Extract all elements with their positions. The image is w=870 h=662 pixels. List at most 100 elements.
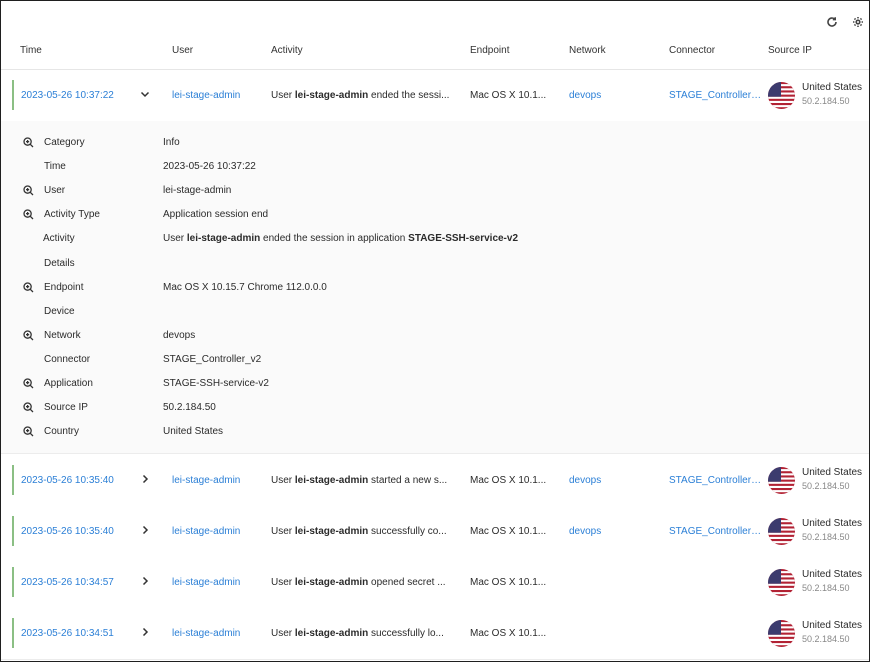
row-time-link[interactable]: 2023-05-26 10:35:40 bbox=[21, 475, 136, 486]
row-network-link[interactable]: devops bbox=[569, 90, 659, 101]
detail-label: User bbox=[44, 185, 66, 196]
detail-value: STAGE_Controller_v2 bbox=[163, 354, 262, 365]
expand-row-button[interactable] bbox=[139, 473, 151, 485]
detail-label: Source IP bbox=[44, 402, 88, 413]
detail-row-activity-type: Activity Type Application session end bbox=[1, 208, 869, 232]
chevron-down-icon bbox=[140, 91, 150, 98]
column-header-source-ip[interactable]: Source IP bbox=[768, 45, 812, 56]
row-ip: 50.2.184.50 bbox=[802, 583, 850, 593]
row-time-link[interactable]: 2023-05-26 10:34:51 bbox=[21, 628, 136, 639]
table-row[interactable]: 2023-05-26 10:35:40 lei-stage-admin User… bbox=[1, 455, 869, 507]
row-country: United States bbox=[802, 569, 863, 580]
expand-row-button[interactable] bbox=[139, 524, 151, 536]
row-connector-link[interactable]: STAGE_Controller_v2 bbox=[669, 475, 763, 486]
row-user-link[interactable]: lei-stage-admin bbox=[172, 526, 262, 537]
row-user-link[interactable]: lei-stage-admin bbox=[172, 475, 262, 486]
detail-row-endpoint: Endpoint Mac OS X 10.15.7 Chrome 112.0.0… bbox=[1, 281, 869, 305]
detail-label: Device bbox=[44, 306, 75, 317]
row-status-bar bbox=[12, 567, 14, 597]
filter-category-button[interactable] bbox=[23, 137, 34, 148]
chevron-right-icon bbox=[142, 576, 149, 586]
row-user-link[interactable]: lei-stage-admin bbox=[172, 628, 262, 639]
settings-button[interactable] bbox=[851, 15, 865, 29]
detail-row-connector: Connector STAGE_Controller_v2 bbox=[1, 353, 869, 377]
filter-country-button[interactable] bbox=[23, 426, 34, 437]
row-status-bar bbox=[12, 465, 14, 495]
row-activity: User lei-stage-admin ended the sessi... bbox=[271, 90, 450, 101]
detail-row-country: Country United States bbox=[1, 425, 869, 449]
row-endpoint: Mac OS X 10.1... bbox=[470, 628, 547, 639]
row-country: United States bbox=[802, 620, 863, 631]
detail-row-category: Category Info bbox=[1, 136, 869, 160]
row-activity: User lei-stage-admin started a new s... bbox=[271, 475, 448, 486]
column-header-network[interactable]: Network bbox=[569, 45, 606, 56]
column-header-connector[interactable]: Connector bbox=[669, 45, 715, 56]
row-time-link[interactable]: 2023-05-26 10:37:22 bbox=[21, 90, 136, 101]
table-toolbar bbox=[825, 15, 865, 29]
detail-row-application: Application STAGE-SSH-service-v2 bbox=[1, 377, 869, 401]
row-network-link[interactable]: devops bbox=[569, 475, 659, 486]
zoom-in-icon bbox=[23, 378, 34, 389]
detail-value: United States bbox=[163, 426, 224, 437]
row-status-bar bbox=[12, 516, 14, 546]
row-endpoint: Mac OS X 10.1... bbox=[470, 475, 547, 486]
detail-row-source-ip: Source IP 50.2.184.50 bbox=[1, 401, 869, 425]
row-status-bar bbox=[12, 618, 14, 648]
row-source-ip: United States 50.2.184.50 bbox=[802, 467, 862, 491]
row-source-ip: United States 50.2.184.50 bbox=[802, 82, 862, 106]
row-ip: 50.2.184.50 bbox=[802, 481, 850, 491]
row-connector-link[interactable]: STAGE_Controller_v2 bbox=[669, 90, 763, 101]
row-source-ip: United States 50.2.184.50 bbox=[802, 569, 862, 593]
row-user-link[interactable]: lei-stage-admin bbox=[172, 577, 262, 588]
zoom-in-icon bbox=[23, 185, 34, 196]
zoom-in-icon bbox=[23, 209, 34, 220]
row-activity: User lei-stage-admin successfully co... bbox=[271, 526, 447, 537]
column-header-activity[interactable]: Activity bbox=[271, 45, 303, 56]
filter-user-button[interactable] bbox=[23, 185, 34, 196]
detail-value: User lei-stage-admin ended the session i… bbox=[163, 233, 519, 244]
us-flag-icon bbox=[768, 518, 795, 545]
chevron-right-icon bbox=[142, 627, 149, 637]
detail-value: 2023-05-26 10:37:22 bbox=[163, 161, 256, 172]
row-details-panel: Category Info Time 2023-05-26 10:37:22 U… bbox=[1, 121, 869, 454]
table-row[interactable]: 2023-05-26 10:34:51 lei-stage-admin User… bbox=[1, 608, 869, 660]
detail-row-user: User lei-stage-admin bbox=[1, 184, 869, 208]
row-ip: 50.2.184.50 bbox=[802, 634, 850, 644]
row-source-ip: United States 50.2.184.50 bbox=[802, 518, 862, 542]
expand-row-button[interactable] bbox=[139, 626, 151, 638]
us-flag-icon bbox=[768, 620, 795, 647]
collapse-row-button[interactable] bbox=[139, 88, 151, 100]
filter-endpoint-button[interactable] bbox=[23, 282, 34, 293]
row-activity: User lei-stage-admin successfully lo... bbox=[271, 628, 444, 639]
filter-activity-type-button[interactable] bbox=[23, 209, 34, 220]
zoom-in-icon bbox=[23, 402, 34, 413]
detail-row-network: Network devops bbox=[1, 329, 869, 353]
detail-row-device: Device bbox=[1, 305, 869, 329]
column-header-endpoint[interactable]: Endpoint bbox=[470, 45, 509, 56]
us-flag-icon bbox=[768, 82, 795, 109]
row-ip: 50.2.184.50 bbox=[802, 96, 850, 106]
detail-label: Activity Type bbox=[44, 209, 100, 220]
row-time-link[interactable]: 2023-05-26 10:35:40 bbox=[21, 526, 136, 537]
refresh-button[interactable] bbox=[825, 15, 839, 29]
column-header-time[interactable]: Time bbox=[20, 45, 42, 56]
detail-label: Activity bbox=[43, 233, 75, 244]
table-row[interactable]: 2023-05-26 10:34:57 lei-stage-admin User… bbox=[1, 557, 869, 609]
chevron-right-icon bbox=[142, 525, 149, 535]
row-time-link[interactable]: 2023-05-26 10:34:57 bbox=[21, 577, 136, 588]
row-network-link[interactable]: devops bbox=[569, 526, 659, 537]
us-flag-icon bbox=[768, 569, 795, 596]
filter-network-button[interactable] bbox=[23, 330, 34, 341]
filter-source-ip-button[interactable] bbox=[23, 402, 34, 413]
table-row[interactable]: 2023-05-26 10:35:40 lei-stage-admin User… bbox=[1, 506, 869, 558]
row-user-link[interactable]: lei-stage-admin bbox=[172, 90, 262, 101]
expand-row-button[interactable] bbox=[139, 575, 151, 587]
row-connector-link[interactable]: STAGE_Controller_v2 bbox=[669, 526, 763, 537]
detail-row-time: Time 2023-05-26 10:37:22 bbox=[1, 160, 869, 184]
detail-label: Category bbox=[44, 137, 85, 148]
zoom-in-icon bbox=[23, 330, 34, 341]
filter-application-button[interactable] bbox=[23, 378, 34, 389]
us-flag-icon bbox=[768, 467, 795, 494]
table-row-expanded[interactable]: 2023-05-26 10:37:22 lei-stage-admin User… bbox=[1, 70, 869, 122]
column-header-user[interactable]: User bbox=[172, 45, 193, 56]
